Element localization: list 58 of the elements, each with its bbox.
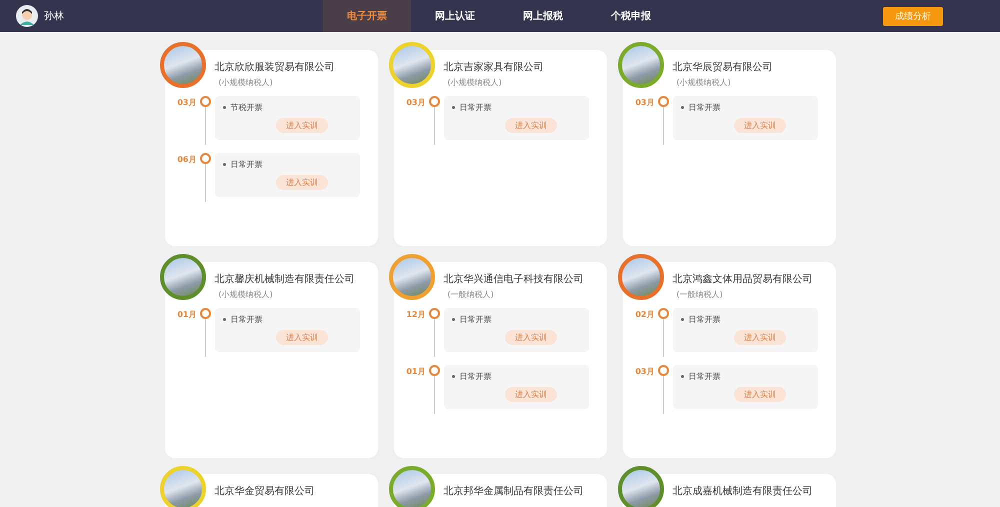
enter-training-button[interactable]: 进入实训 (276, 175, 328, 190)
enter-training-button[interactable]: 进入实训 (734, 330, 786, 345)
task-label: 日常开票 (680, 102, 810, 113)
user-name: 孙林 (44, 10, 64, 23)
taxpayer-type: (一般纳税人) (448, 289, 495, 300)
score-analysis-button[interactable]: 成绩分析 (883, 6, 943, 26)
company-name: 北京欣欣服装贸易有限公司 (214, 60, 336, 74)
enter-training-button[interactable]: 进入实训 (505, 387, 557, 402)
timeline-dot (429, 365, 440, 376)
company-name: 北京馨庆机械制造有限责任公司 (214, 272, 356, 286)
task-label: 日常开票 (680, 314, 810, 325)
taxpayer-type: (小规模纳税人) (218, 77, 274, 88)
month-label: 01月 (405, 366, 426, 377)
month-label: 03月 (176, 97, 196, 108)
timeline-dot (658, 365, 669, 376)
month-label: 06月 (176, 154, 196, 165)
avatar-icon (16, 5, 38, 27)
timeline-dot (200, 96, 211, 107)
company-name: 北京成嘉机械制造有限责任公司 (672, 484, 814, 498)
taxpayer-type: (小规模纳税人) (676, 77, 732, 88)
timeline-dot (658, 96, 669, 107)
month-label: 03月 (405, 97, 426, 108)
taxpayer-type: (小规模纳税人) (448, 77, 503, 88)
taxpayer-type: (小规模纳税人) (218, 289, 274, 300)
timeline-dot (658, 308, 669, 319)
task-label: 日常开票 (222, 159, 352, 170)
month-label: 03月 (634, 366, 654, 377)
nav-tab[interactable]: 个税申报 (587, 0, 675, 32)
enter-training-button[interactable]: 进入实训 (505, 118, 557, 133)
taxpayer-type: (一般纳税人) (676, 289, 724, 300)
enter-training-button[interactable]: 进入实训 (276, 118, 328, 133)
month-label: 02月 (634, 309, 654, 320)
month-label: 12月 (405, 309, 426, 320)
task-label: 日常开票 (222, 314, 352, 325)
month-label: 01月 (176, 309, 196, 320)
task-label: 日常开票 (680, 371, 810, 382)
task-label: 日常开票 (452, 371, 580, 382)
nav-tab[interactable]: 网上认证 (411, 0, 499, 32)
enter-training-button[interactable]: 进入实训 (276, 330, 328, 345)
company-name: 北京华金贸易有限公司 (214, 484, 316, 498)
enter-training-button[interactable]: 进入实训 (734, 387, 786, 402)
enter-training-button[interactable]: 进入实训 (734, 118, 786, 133)
task-label: 节税开票 (222, 102, 352, 113)
nav-tab[interactable]: 电子开票 (323, 0, 411, 32)
company-name: 北京华兴通信电子科技有限公司 (444, 272, 584, 286)
month-label: 03月 (634, 97, 654, 108)
timeline-dot (200, 153, 211, 164)
task-label: 日常开票 (452, 102, 580, 113)
company-name: 北京鸿鑫文体用品贸易有限公司 (672, 272, 814, 286)
timeline-dot (429, 96, 440, 107)
timeline-dot (429, 308, 440, 319)
nav-tab[interactable]: 网上报税 (499, 0, 587, 32)
company-name: 北京吉家家具有限公司 (444, 60, 544, 74)
enter-training-button[interactable]: 进入实训 (505, 330, 557, 345)
company-name: 北京华辰贸易有限公司 (672, 60, 774, 74)
task-label: 日常开票 (452, 314, 580, 325)
company-name: 北京邦华金属制品有限责任公司 (444, 484, 584, 498)
timeline-dot (200, 308, 211, 319)
